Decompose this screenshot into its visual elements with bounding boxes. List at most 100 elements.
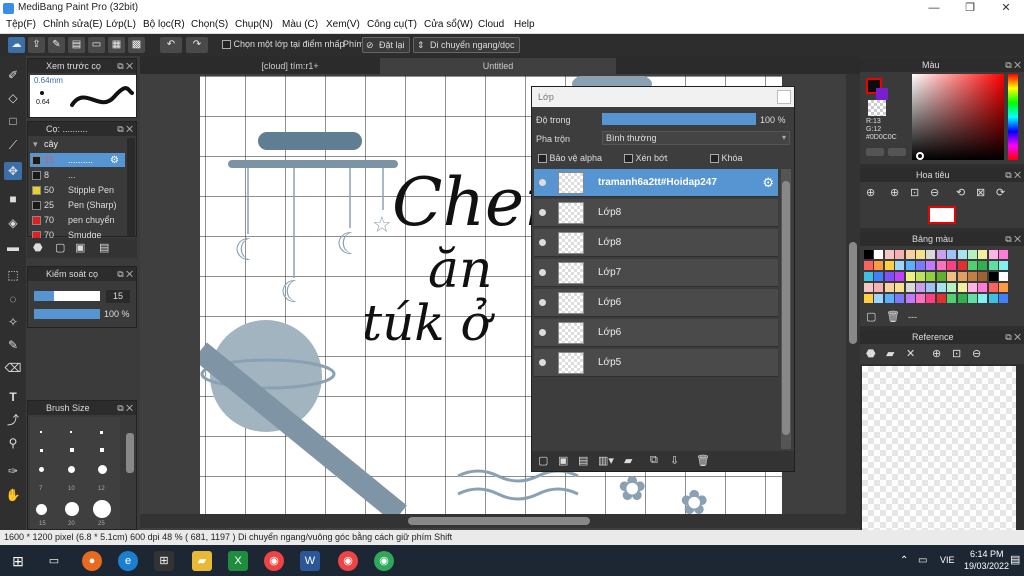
palette-swatch[interactable] (978, 272, 988, 281)
clock-time[interactable]: 6:14 PM (970, 549, 1004, 559)
palette-swatch[interactable] (926, 283, 936, 292)
panel-controls-icon[interactable]: ⧉ ✕ (1005, 58, 1021, 72)
eyedropper2-icon[interactable]: ✑ (4, 462, 22, 480)
panel-icon[interactable]: ▦ (108, 37, 125, 53)
layer-scroll-thumb[interactable] (782, 181, 790, 435)
new-brush-icon[interactable]: ▢ (55, 241, 65, 254)
palette-swatch[interactable] (864, 283, 873, 292)
size-dot[interactable] (39, 467, 44, 472)
layer-row[interactable]: Lớp8 (534, 199, 778, 227)
palette-swatch[interactable] (968, 283, 977, 292)
palette-swatch[interactable] (957, 294, 967, 303)
size-dot[interactable] (70, 448, 74, 452)
panel-controls-icon[interactable]: ⧉ ✕ (1005, 168, 1021, 182)
palette-swatch[interactable] (936, 261, 946, 270)
clock-date[interactable]: 19/03/2022 (964, 561, 1009, 571)
edge-icon[interactable]: e (118, 551, 138, 571)
tab-untitled[interactable]: Untitled (380, 58, 616, 74)
share-icon[interactable]: ⇪ (28, 37, 45, 53)
vertical-scroll-thumb[interactable] (849, 242, 857, 344)
task-view-icon[interactable]: ▭ (44, 551, 64, 571)
palette-swatch[interactable] (884, 250, 894, 259)
palette-swatch[interactable] (884, 272, 894, 281)
bucket-tool-icon[interactable]: ◈ (4, 214, 22, 232)
undo-icon[interactable]: ↶ (160, 37, 182, 53)
palette-swatch[interactable] (926, 272, 936, 281)
move-tool-icon[interactable]: ✥ (4, 162, 22, 180)
panel-controls-icon[interactable]: ⧉ ✕ (117, 122, 133, 136)
palette-swatch[interactable] (895, 283, 905, 292)
menu-view[interactable]: Xem(V) (326, 19, 360, 30)
page-icon[interactable]: ▭ (88, 37, 105, 53)
merge-down-icon[interactable]: ⇩ (670, 454, 679, 467)
palette-swatch[interactable] (916, 261, 925, 270)
horizontal-scrollbar[interactable] (140, 514, 860, 528)
brush-list-scrollbar[interactable] (127, 138, 135, 236)
palette-swatch[interactable] (999, 294, 1009, 303)
comment-icon[interactable]: ✎ (48, 37, 65, 53)
palette-swatch[interactable] (936, 250, 946, 259)
language-indicator[interactable]: VIE (940, 555, 955, 565)
size-dot[interactable] (36, 504, 47, 515)
clipping-checkbox[interactable]: Xén bớt (624, 153, 667, 164)
trash-icon[interactable]: 🗑 (696, 454, 710, 467)
palette-swatch[interactable] (936, 294, 946, 303)
brush-settings-gear-icon[interactable]: ⚙ (110, 155, 119, 166)
palette-swatch[interactable] (874, 283, 884, 292)
cloud-download-icon[interactable]: ⬣ (866, 347, 876, 360)
horizontal-scroll-thumb[interactable] (408, 517, 590, 525)
size-dot[interactable] (68, 466, 75, 473)
palette-swatch[interactable] (988, 261, 998, 270)
add-palette-icon[interactable]: ▢ (866, 310, 876, 323)
eye-icon[interactable] (539, 329, 546, 336)
menu-file[interactable]: Tệp(F) (6, 19, 36, 30)
palette-swatch[interactable] (957, 261, 967, 270)
zoom-out-icon[interactable]: ⊖ (930, 186, 939, 199)
magic-wand-icon[interactable]: ✧ (4, 313, 22, 331)
new-halftone-layer-icon[interactable]: ▣ (558, 454, 568, 467)
size-dot[interactable] (100, 448, 104, 452)
select-eraser-icon[interactable]: ⌫ (4, 359, 22, 377)
palette-swatch[interactable] (957, 283, 967, 292)
chat-icon[interactable]: ▤ (68, 37, 85, 53)
brush-item[interactable]: 25 Pen (Sharp) (30, 198, 125, 213)
select-pen-icon[interactable]: ✎ (4, 336, 22, 354)
palette-swatch[interactable] (905, 272, 915, 281)
palette-swatch[interactable] (864, 272, 873, 281)
zoom-in-alt-icon[interactable]: ⊕ (890, 186, 899, 199)
palette-swatch[interactable] (864, 294, 873, 303)
palette-swatch[interactable] (874, 272, 884, 281)
network-icon[interactable]: ▭ (918, 555, 927, 566)
palette-swatch[interactable] (905, 250, 915, 259)
size-dot[interactable] (93, 500, 111, 518)
palette-swatch[interactable] (926, 261, 936, 270)
word-icon[interactable]: W (300, 551, 320, 571)
size-dot[interactable] (70, 431, 72, 433)
layer-row[interactable]: Lớp8 (534, 229, 778, 257)
palette-swatch[interactable] (988, 272, 998, 281)
reference-canvas[interactable] (862, 366, 1016, 530)
palette-swatch[interactable] (905, 261, 915, 270)
hand-tool-icon[interactable]: ✋ (4, 486, 22, 504)
zoom-in-icon[interactable]: ⊕ (932, 347, 941, 360)
panel-controls-icon[interactable]: ⧉ ✕ (1005, 330, 1021, 344)
panel-controls-icon[interactable]: ⧉ ✕ (117, 59, 133, 73)
eye-icon[interactable] (539, 239, 546, 246)
eye-icon[interactable] (539, 209, 546, 216)
new-layer-icon[interactable]: ▢ (538, 454, 548, 467)
palette-swatch[interactable] (978, 261, 988, 270)
eraser-tool-icon[interactable]: ◇ (4, 89, 22, 107)
store-icon[interactable]: ⊞ (154, 551, 174, 571)
brush-item[interactable]: 8... (30, 168, 125, 183)
eye-icon[interactable] (539, 299, 546, 306)
add-brush-icon[interactable]: ⬣ (33, 241, 43, 254)
zoom-out-icon[interactable]: ⊖ (972, 347, 981, 360)
palette-swatch[interactable] (884, 283, 894, 292)
palette-swatch[interactable] (916, 294, 925, 303)
palette-swatch[interactable] (947, 272, 957, 281)
palette-swatch[interactable] (968, 294, 977, 303)
palette-swatch[interactable] (895, 250, 905, 259)
palette-swatch[interactable] (895, 261, 905, 270)
layer-list-scrollbar[interactable] (781, 169, 791, 449)
tab-cloud[interactable]: [cloud] tím:r1+ (200, 58, 380, 74)
